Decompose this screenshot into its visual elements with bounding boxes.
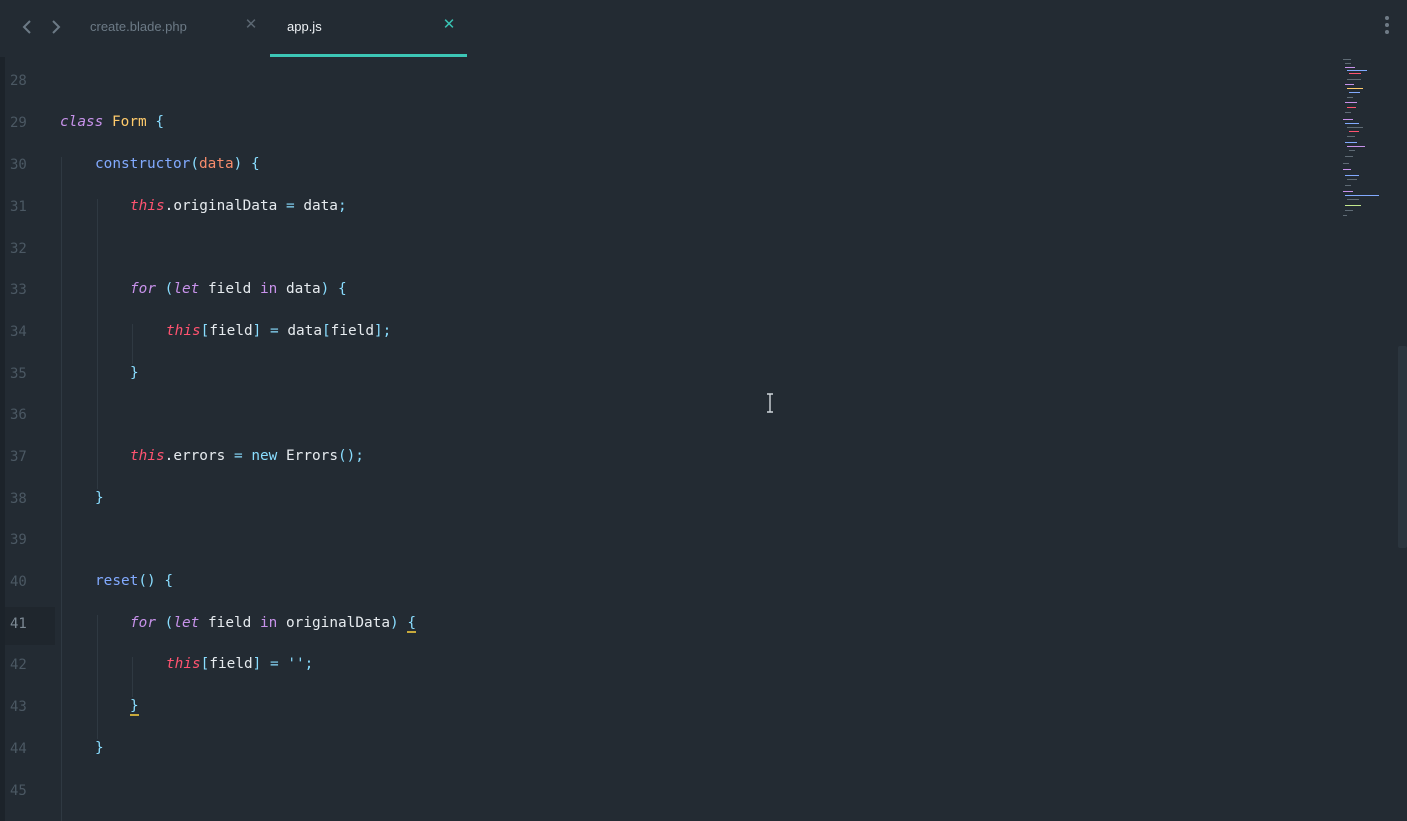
vertical-scrollbar[interactable] (1398, 346, 1407, 548)
line-number: 39 (10, 532, 27, 548)
tab-label: app.js (287, 19, 322, 34)
code-line: 44 } (0, 735, 1335, 765)
code-text: class Form { (60, 114, 164, 130)
line-number: 31 (10, 199, 27, 215)
code-text: reset() { (95, 573, 173, 589)
code-text: } (95, 490, 104, 506)
vertical-ellipsis-icon[interactable] (1381, 16, 1393, 38)
code-text: this[field] = data[field]; (166, 323, 392, 339)
line-number: 33 (10, 282, 27, 298)
matching-bracket: } (130, 698, 139, 716)
code-line: 38 } (0, 485, 1335, 515)
code-line: 32 (0, 235, 1335, 265)
line-number: 44 (10, 741, 27, 757)
code-text: } (130, 698, 139, 716)
line-number: 29 (10, 115, 27, 131)
code-line: 28 (0, 67, 1335, 97)
tab-bar: create.blade.php ✕ app.js ✕ (0, 0, 1407, 57)
line-number: 40 (10, 574, 27, 590)
code-editor[interactable]: 28 29 class Form { 30 constructor(data) … (0, 57, 1335, 821)
line-number: 35 (10, 366, 27, 382)
line-number: 38 (10, 491, 27, 507)
tab-label: create.blade.php (90, 19, 187, 34)
code-line: 43 } (0, 693, 1335, 723)
code-text: } (95, 740, 104, 756)
tab-create-blade-php[interactable]: create.blade.php ✕ (72, 0, 268, 57)
code-text: for (let field in originalData) { (130, 615, 416, 633)
line-number: 37 (10, 449, 27, 465)
text-cursor-icon (767, 393, 773, 413)
line-number: 42 (10, 657, 27, 673)
line-number: 41 (10, 616, 27, 632)
editor-window: create.blade.php ✕ app.js ✕ 28 29 class … (0, 0, 1407, 821)
matching-bracket: { (407, 615, 416, 633)
code-line: 29 class Form { (0, 109, 1335, 139)
line-number: 30 (10, 157, 27, 173)
line-number: 34 (10, 324, 27, 340)
code-text: this.errors = new Errors(); (130, 448, 364, 464)
code-line-current: 41 for (let field in originalData) { (0, 607, 1335, 645)
code-line: 30 constructor(data) { (0, 151, 1335, 181)
line-number: 32 (10, 241, 27, 257)
close-icon[interactable]: ✕ (243, 17, 259, 33)
code-line: 40 reset() { (0, 568, 1335, 598)
code-text: for (let field in data) { (130, 281, 347, 297)
code-text: } (130, 365, 139, 381)
code-text: this[field] = ''; (166, 656, 314, 672)
code-text: constructor(data) { (95, 156, 260, 172)
chevron-right-icon (52, 20, 61, 34)
code-text: this.originalData = data; (130, 198, 347, 214)
code-line: 39 (0, 526, 1335, 556)
line-number: 43 (10, 699, 27, 715)
chevron-left-icon (22, 20, 31, 34)
line-number: 28 (10, 73, 27, 89)
back-button[interactable] (17, 17, 37, 37)
code-line: 31 this.originalData = data; (0, 193, 1335, 223)
minimap[interactable] (1340, 57, 1390, 227)
close-icon[interactable]: ✕ (441, 17, 457, 33)
code-line: 34 this[field] = data[field]; (0, 318, 1335, 348)
code-line: 35 } (0, 360, 1335, 390)
forward-button[interactable] (46, 17, 66, 37)
code-line: 42 this[field] = ''; (0, 651, 1335, 681)
tab-app-js[interactable]: app.js ✕ (270, 0, 467, 57)
code-line: 36 (0, 401, 1335, 431)
line-number: 36 (10, 407, 27, 423)
code-line: 33 for (let field in data) { (0, 276, 1335, 306)
code-line: 37 this.errors = new Errors(); (0, 443, 1335, 473)
line-number: 45 (10, 783, 27, 799)
code-line: 45 (0, 777, 1335, 807)
